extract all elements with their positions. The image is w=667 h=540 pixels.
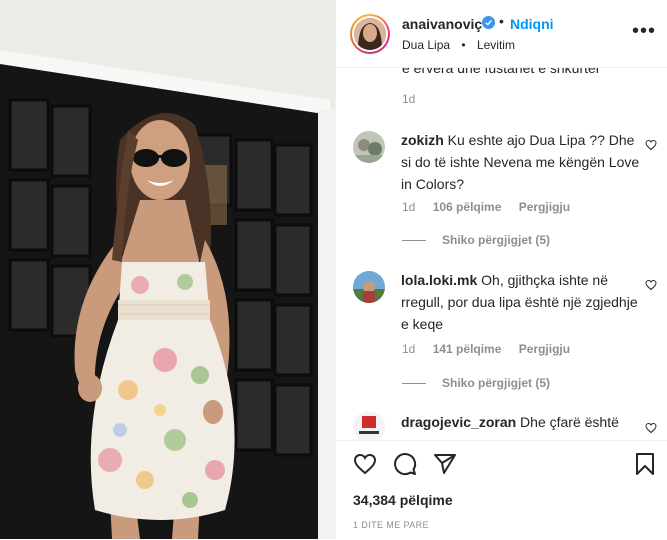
location-link[interactable]: Dua Lipa <box>402 38 450 52</box>
comment-text: Dhe çfarë është <box>520 414 619 430</box>
post-side-panel: anaivanoviç • Ndiqni Dua Lipa • Levitim … <box>335 0 667 540</box>
comment-username[interactable]: lola.loki.mk <box>401 272 477 288</box>
header-separator: • <box>499 13 504 29</box>
comment-meta: 1d 106 pëlqime Pergjigju <box>402 200 584 214</box>
commenter-avatar[interactable] <box>353 411 385 440</box>
comment-text-clipped: e ervera dhe fustanet e shkurter <box>402 68 601 76</box>
post-time[interactable]: 1 DITE ME PARE <box>353 520 429 530</box>
view-replies-label: Shiko përgjigjet (5) <box>442 233 551 247</box>
view-replies-button[interactable]: Shiko përgjigjet (5) <box>402 233 550 247</box>
replies-divider <box>402 383 426 385</box>
comment-icon[interactable] <box>393 452 417 476</box>
bookmark-icon[interactable] <box>633 452 657 476</box>
comment-like-heart-icon[interactable] <box>645 422 657 434</box>
subtitle-separator: • <box>461 38 466 52</box>
post-view: anaivanoviç • Ndiqni Dua Lipa • Levitim … <box>0 0 667 540</box>
comment-body: dragojevic_zoran Dhe çfarë është <box>401 411 641 433</box>
reply-button[interactable]: Pergjigju <box>519 342 570 356</box>
likes-count[interactable]: 34,384 pëlqime <box>353 492 453 508</box>
author-avatar[interactable] <box>350 14 390 54</box>
comment-likes[interactable]: 106 pëlqime <box>433 200 502 214</box>
post-header: anaivanoviç • Ndiqni Dua Lipa • Levitim … <box>336 0 667 68</box>
photo-illustration <box>0 0 335 539</box>
commenter-avatar[interactable] <box>353 131 385 163</box>
like-heart-icon[interactable] <box>353 452 377 476</box>
author-username[interactable]: anaivanoviç <box>402 16 482 32</box>
comment-like-heart-icon[interactable] <box>645 139 657 151</box>
comments-list[interactable]: e ervera dhe fustanet e shkurter 1d zoki… <box>336 68 667 440</box>
replies-divider <box>402 240 426 242</box>
post-actions: 34,384 pëlqime 1 DITE ME PARE <box>336 440 667 540</box>
comment-username[interactable]: dragojevic_zoran <box>401 414 516 430</box>
comment-body: lola.loki.mk Oh, gjithçka ishte në rregu… <box>401 269 641 335</box>
follow-button[interactable]: Ndiqni <box>510 16 554 32</box>
comment-username[interactable]: zokizh <box>401 132 444 148</box>
comment-like-heart-icon[interactable] <box>645 279 657 291</box>
audio-link[interactable]: Levitim <box>477 38 515 52</box>
comment-age: 1d <box>402 342 416 356</box>
comment-meta: 1d 141 pëlqime Pergjigju <box>402 342 584 356</box>
share-icon[interactable] <box>433 452 457 476</box>
verified-badge-icon <box>482 16 495 29</box>
comment-body: zokizh Ku eshte ajo Dua Lipa ?? Dhe si d… <box>401 129 641 195</box>
comment-likes[interactable]: 141 pëlqime <box>433 342 502 356</box>
comment-age: 1d <box>402 92 416 106</box>
more-options-icon[interactable]: ••• <box>632 21 656 41</box>
post-subtitle: Dua Lipa • Levitim <box>402 38 515 52</box>
post-photo[interactable] <box>0 0 335 539</box>
commenter-avatar[interactable] <box>353 271 385 303</box>
view-replies-button[interactable]: Shiko përgjigjet (5) <box>402 376 550 390</box>
reply-button[interactable]: Pergjigju <box>519 200 570 214</box>
view-replies-label: Shiko përgjigjet (5) <box>442 376 551 390</box>
comment-age: 1d <box>402 200 416 214</box>
